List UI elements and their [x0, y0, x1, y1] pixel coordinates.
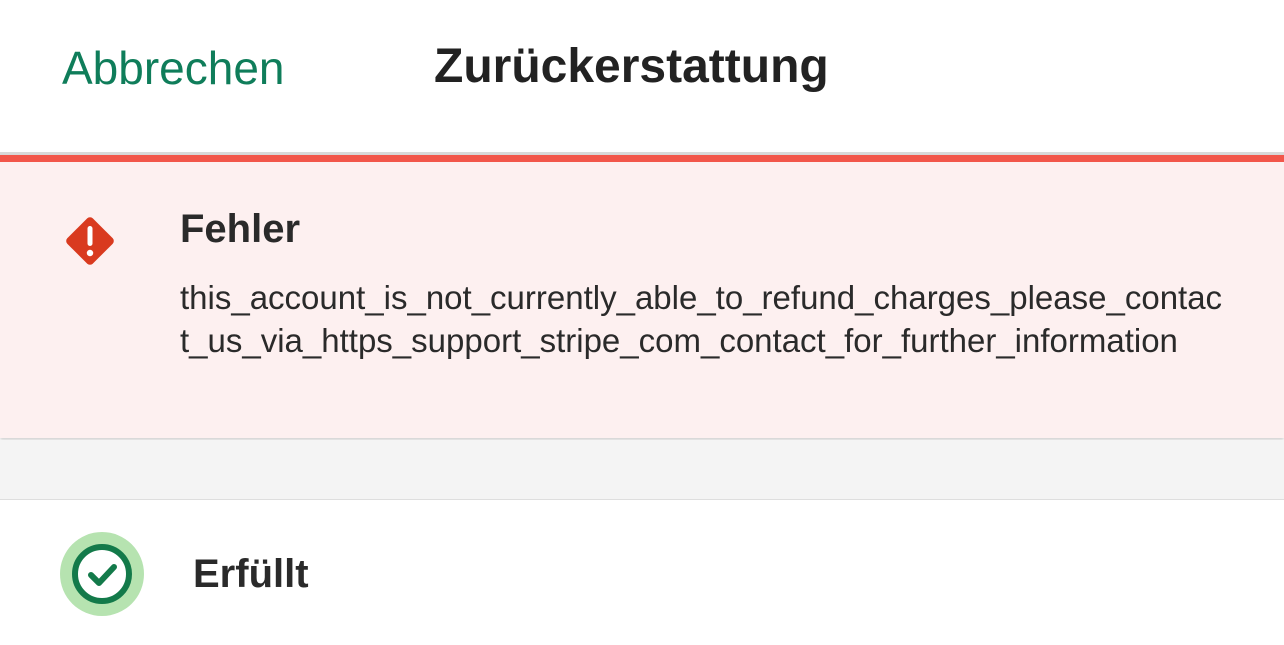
page-title: Zurückerstattung [434, 40, 829, 93]
error-title: Fehler [180, 207, 301, 251]
refund-sheet: Abbrechen Zurückerstattung Fehler this_a… [0, 0, 1284, 645]
warning-diamond-icon [66, 217, 114, 265]
header: Abbrechen Zurückerstattung [0, 0, 1284, 152]
section-separator [0, 440, 1284, 500]
cancel-button[interactable]: Abbrechen [62, 40, 285, 96]
error-banner: Fehler this_account_is_not_currently_abl… [0, 155, 1284, 438]
check-circle-icon [60, 532, 144, 616]
status-label: Erfüllt [193, 552, 309, 596]
status-row: Erfüllt [0, 500, 1284, 645]
error-message: this_account_is_not_currently_able_to_re… [180, 279, 1223, 359]
